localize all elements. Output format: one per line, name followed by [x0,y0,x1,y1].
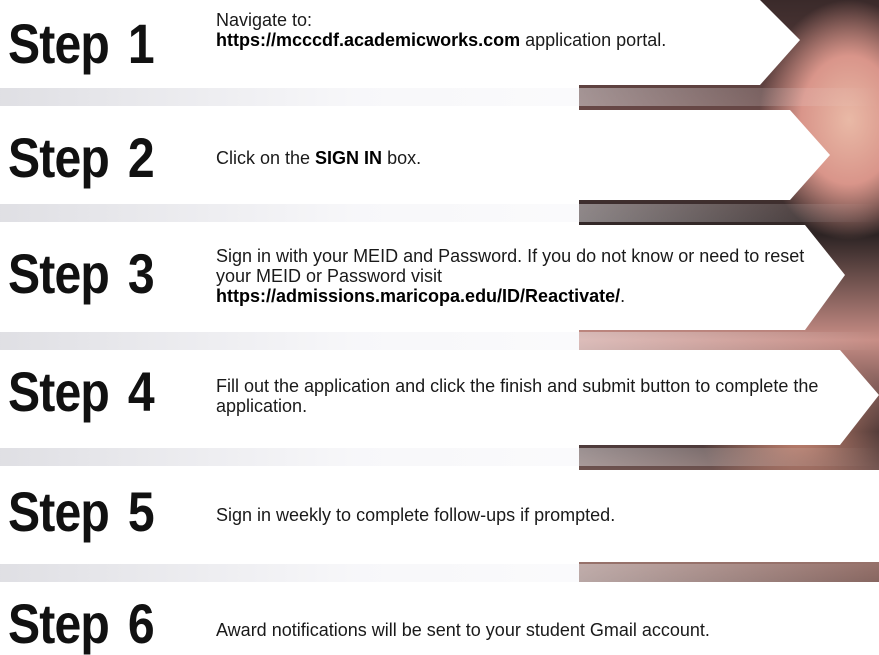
step-1-link: https://mcccdf.academicworks.com [216,30,521,50]
divider-band-4 [0,448,879,466]
divider-band-2 [0,204,879,222]
step-3-heading: Step 3 [8,242,155,305]
divider-band-3 [0,332,879,350]
divider-band-5 [0,564,879,582]
step-3-link: https://admissions.maricopa.edu/ID/React… [216,286,621,306]
step-2-text: Click on the SIGN IN box. [216,148,422,168]
step-3-text: Sign in with your MEID and Password. If … [216,246,805,306]
step-6-text: Award notifications will be sent to your… [216,620,710,640]
step-5-heading: Step 5 [8,480,155,543]
step-6-heading: Step 6 [8,592,155,655]
step-5-text: Sign in weekly to complete follow-ups if… [216,505,616,525]
step-1-text: Navigate to: https://mcccdf.academicwork… [216,10,667,50]
step-4-text: Fill out the application and click the f… [216,376,819,416]
step-1-heading: Step 1 [8,12,155,75]
divider-band-1 [0,88,879,106]
step-4-heading: Step 4 [8,360,155,423]
step-2-heading: Step 2 [8,126,155,189]
